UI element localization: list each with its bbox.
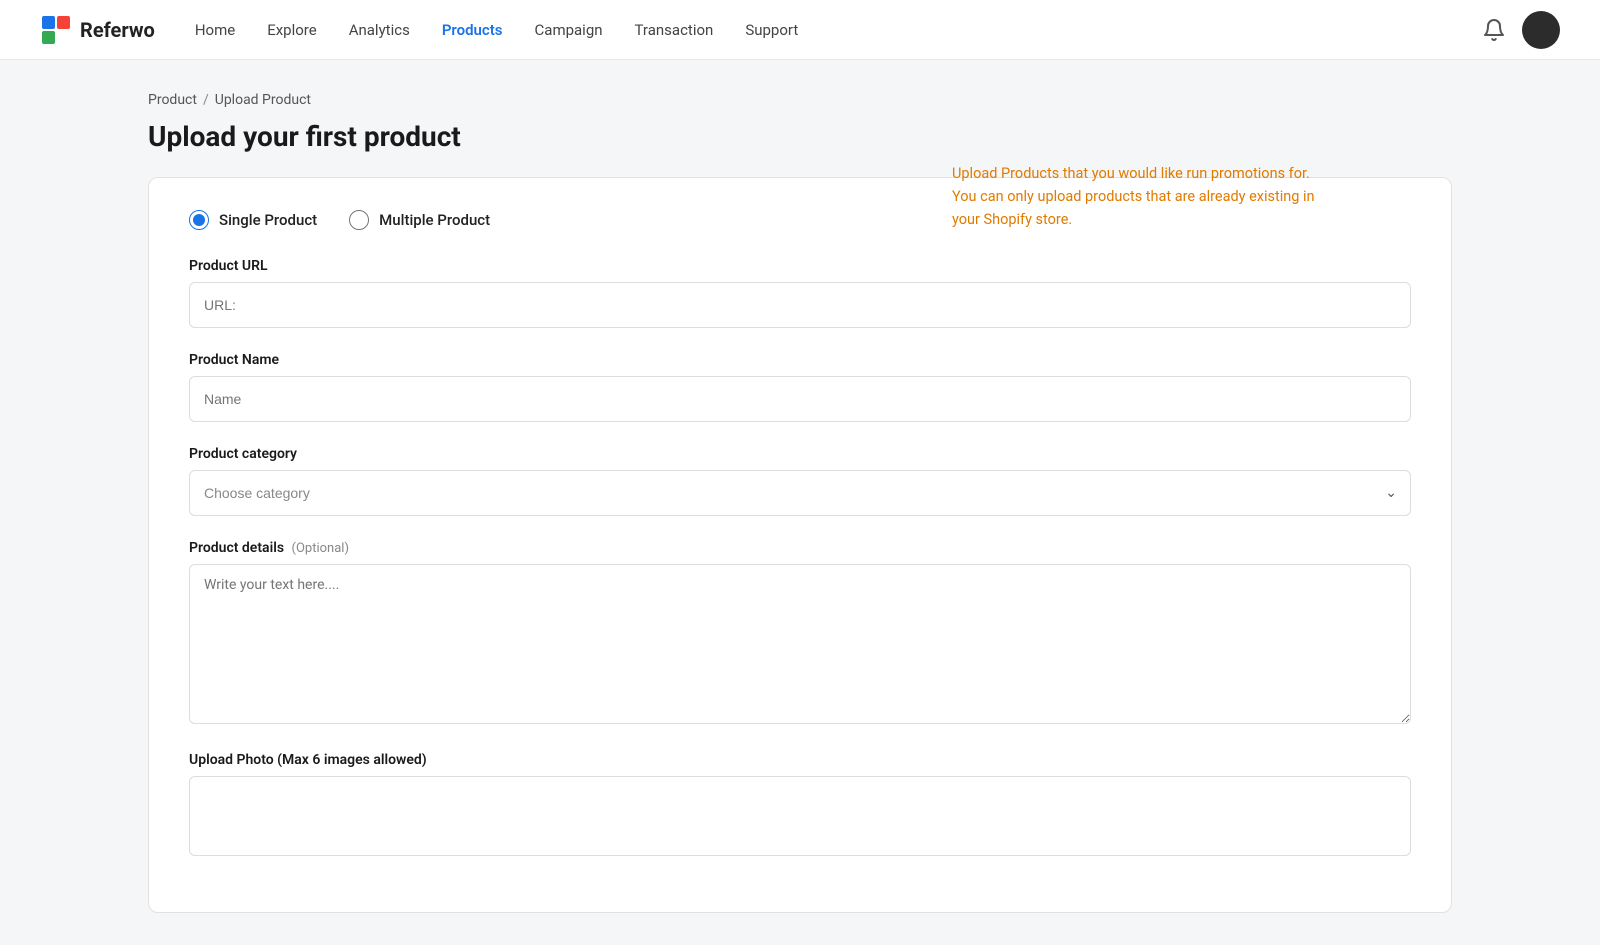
single-product-label: Single Product <box>219 211 317 229</box>
product-details-textarea[interactable] <box>189 564 1411 724</box>
logo-text: Referwo <box>80 18 155 42</box>
product-name-input[interactable] <box>189 376 1411 422</box>
nav-links: Home Explore Analytics Products Campaign… <box>195 21 1482 39</box>
nav-explore[interactable]: Explore <box>267 21 317 39</box>
nav-right <box>1482 11 1560 49</box>
single-product-radio[interactable] <box>189 210 209 230</box>
avatar[interactable] <box>1522 11 1560 49</box>
navbar: Referwo Home Explore Analytics Products … <box>0 0 1600 60</box>
product-details-group: Product details (Optional) <box>189 540 1411 728</box>
info-message: Upload Products that you would like run … <box>952 162 1332 232</box>
product-category-group: Product category Choose category ⌄ <box>189 446 1411 516</box>
product-category-select-wrapper: Choose category ⌄ <box>189 470 1411 516</box>
nav-analytics[interactable]: Analytics <box>349 21 410 39</box>
product-url-input[interactable] <box>189 282 1411 328</box>
product-url-group: Product URL <box>189 258 1411 328</box>
upload-photo-box[interactable] <box>189 776 1411 856</box>
breadcrumb-separator: / <box>203 92 209 108</box>
product-name-group: Product Name <box>189 352 1411 422</box>
form-card: Single Product Multiple Product Product … <box>148 177 1452 913</box>
page-header: Product / Upload Product Upload your fir… <box>148 92 1452 153</box>
breadcrumb-current: Upload Product <box>215 92 311 108</box>
product-category-select[interactable]: Choose category <box>189 470 1411 516</box>
upload-photo-label: Upload Photo (Max 6 images allowed) <box>189 752 1411 768</box>
nav-transaction[interactable]: Transaction <box>635 21 714 39</box>
main-content: Product / Upload Product Upload your fir… <box>100 60 1500 945</box>
nav-products[interactable]: Products <box>442 21 503 39</box>
logo-icon <box>40 14 72 46</box>
multiple-product-option[interactable]: Multiple Product <box>349 210 490 230</box>
product-name-label: Product Name <box>189 352 1411 368</box>
multiple-product-label: Multiple Product <box>379 211 490 229</box>
nav-campaign[interactable]: Campaign <box>535 21 603 39</box>
logo[interactable]: Referwo <box>40 14 155 46</box>
upload-photo-group: Upload Photo (Max 6 images allowed) <box>189 752 1411 856</box>
breadcrumb-parent: Product <box>148 92 197 108</box>
product-category-label: Product category <box>189 446 1411 462</box>
nav-support[interactable]: Support <box>745 21 798 39</box>
notification-bell-icon[interactable] <box>1482 18 1506 42</box>
product-details-label: Product details (Optional) <box>189 540 1411 556</box>
product-url-label: Product URL <box>189 258 1411 274</box>
page-title: Upload your first product <box>148 120 1452 153</box>
nav-home[interactable]: Home <box>195 21 235 39</box>
product-details-optional: (Optional) <box>292 541 349 556</box>
single-product-option[interactable]: Single Product <box>189 210 317 230</box>
breadcrumb: Product / Upload Product <box>148 92 1452 108</box>
multiple-product-radio[interactable] <box>349 210 369 230</box>
